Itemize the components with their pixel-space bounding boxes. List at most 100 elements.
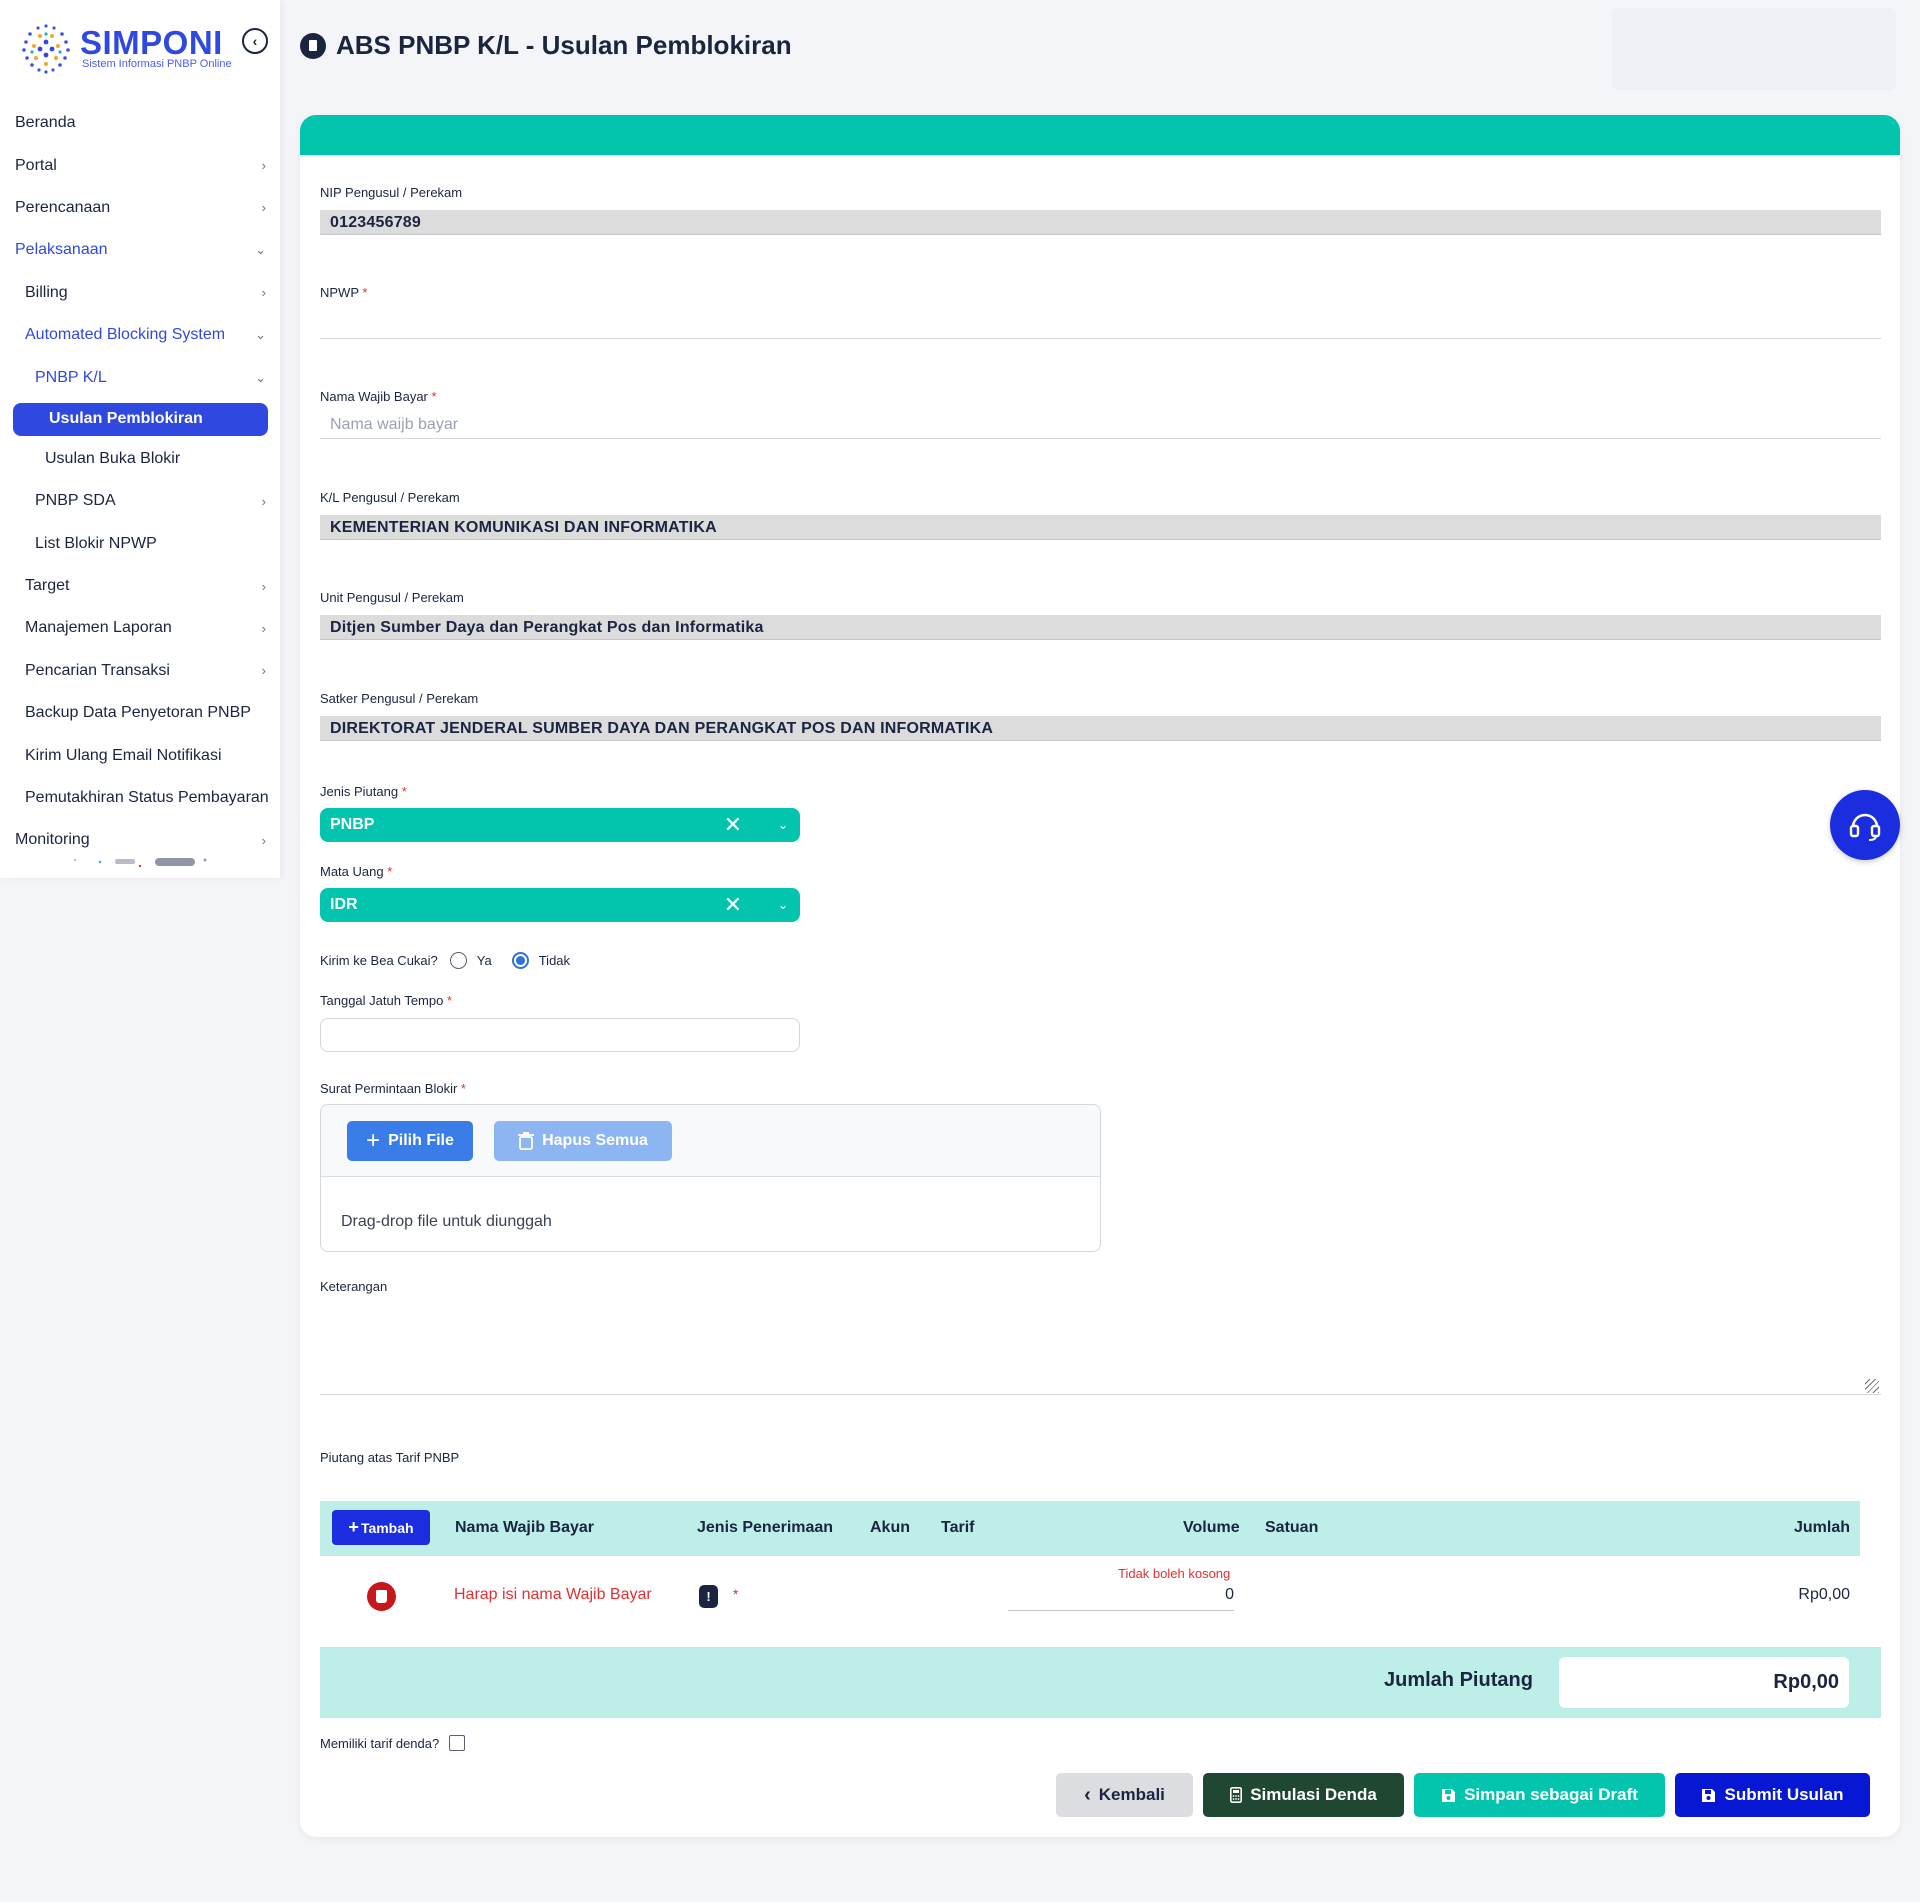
sidebar-item-pelaksanaan[interactable]: Pelaksanaan ⌄ xyxy=(0,229,280,271)
submit-button[interactable]: Submit Usulan xyxy=(1675,1773,1870,1817)
plus-icon: + xyxy=(348,1517,359,1537)
clear-all-button[interactable]: Hapus Semua xyxy=(494,1121,672,1161)
required-marker: * xyxy=(446,993,453,1008)
clear-icon[interactable]: ✕ xyxy=(724,892,742,918)
sidebar-item-label: Beranda xyxy=(15,114,76,132)
sidebar-item-pencarian-transaksi[interactable]: Pencarian Transaksi › xyxy=(0,650,280,692)
info-icon[interactable]: ! xyxy=(699,1585,718,1608)
decorative-illustration xyxy=(74,858,207,868)
sidebar-item-automated-blocking-system[interactable]: Automated Blocking System ⌄ xyxy=(0,314,280,356)
nama-wajib-bayar-warning[interactable]: Harap isi nama Wajib Bayar xyxy=(454,1586,652,1604)
sidebar-item-label: Pencarian Transaksi xyxy=(25,661,170,679)
sidebar-item-label: Perencanaan xyxy=(15,198,111,216)
sidebar-item-usulan-buka-blokir[interactable]: Usulan Buka Blokir xyxy=(0,438,280,480)
document-icon xyxy=(300,32,326,59)
denda-label: Memiliki tarif denda? xyxy=(320,1735,440,1751)
sidebar-item-portal[interactable]: Portal › xyxy=(0,144,280,186)
headset-glyph xyxy=(1849,813,1881,841)
user-menu[interactable] xyxy=(1612,8,1896,90)
kl-field: KEMENTERIAN KOMUNIKASI DAN INFORMATIKA xyxy=(320,515,1881,540)
delete-row-icon[interactable] xyxy=(367,1582,396,1611)
clear-all-label: Hapus Semua xyxy=(542,1132,648,1149)
simponi-logo-icon xyxy=(22,24,70,74)
required-marker: * xyxy=(401,784,407,799)
col-nama-wajib-bayar: Nama Wajib Bayar xyxy=(455,1519,595,1536)
col-tarif: Tarif xyxy=(941,1519,975,1536)
required-marker: * xyxy=(387,864,393,879)
surat-label-text: Surat Permintaan Blokir xyxy=(320,1081,458,1096)
sidebar-item-backup-data[interactable]: Backup Data Penyetoran PNBP xyxy=(0,692,280,734)
sidebar-item-label: Pelaksanaan xyxy=(15,241,108,259)
sidebar-item-billing[interactable]: Billing › xyxy=(0,272,280,314)
sidebar-item-pnbp-kl[interactable]: PNBP K/L ⌄ xyxy=(0,356,280,398)
sidebar-item-label: Usulan Buka Blokir xyxy=(45,449,181,467)
nama-wajib-bayar-label: Nama Wajib Bayar * xyxy=(320,389,437,404)
sidebar-item-manajemen-laporan[interactable]: Manajemen Laporan › xyxy=(0,607,280,649)
chevron-down-icon: ⌄ xyxy=(255,242,266,258)
npwp-input[interactable] xyxy=(320,311,1881,339)
simulate-fine-button[interactable]: Simulasi Denda xyxy=(1203,1773,1404,1817)
upload-toolbar: + Pilih File Hapus Semua xyxy=(321,1105,1100,1177)
bea-cukai-radio-ya[interactable] xyxy=(449,952,467,969)
card-header-bar xyxy=(300,115,1900,155)
add-row-button[interactable]: + Tambah xyxy=(332,1510,430,1545)
sidebar-item-perencanaan[interactable]: Perencanaan › xyxy=(0,187,280,229)
npwp-label-text: NPWP xyxy=(320,285,359,300)
sidebar-item-target[interactable]: Target › xyxy=(0,565,280,607)
chevron-left-icon: ‹ xyxy=(1084,1783,1091,1806)
headset-icon[interactable] xyxy=(1830,790,1900,860)
sidebar-item-usulan-pemblokiran[interactable]: Usulan Pemblokiran xyxy=(13,402,268,436)
jenis-piutang-value: PNBP xyxy=(330,816,375,833)
chevron-right-icon: › xyxy=(261,493,266,509)
clear-icon[interactable]: ✕ xyxy=(724,812,742,838)
sidebar-item-kirim-ulang-email[interactable]: Kirim Ulang Email Notifikasi xyxy=(0,734,280,776)
col-jenis-penerimaan: Jenis Penerimaan xyxy=(697,1519,834,1536)
back-button[interactable]: ‹ Kembali xyxy=(1056,1773,1193,1817)
save-icon xyxy=(1442,1788,1456,1802)
bea-cukai-group: Kirim ke Bea Cukai? Ya Tidak xyxy=(320,952,570,969)
mata-uang-select[interactable]: IDR ✕ ⌄ xyxy=(320,888,800,922)
sidebar-item-pnbp-sda[interactable]: PNBP SDA › xyxy=(0,480,280,522)
chevron-down-icon[interactable]: ⌄ xyxy=(778,818,788,832)
kl-label: K/L Pengusul / Perekam xyxy=(320,490,460,505)
sidebar-item-label: Target xyxy=(25,577,70,595)
chevron-down-icon[interactable]: ⌄ xyxy=(778,898,788,912)
nama-wajib-bayar-input[interactable] xyxy=(320,411,1881,439)
chevron-right-icon: › xyxy=(261,578,266,594)
chevron-left-icon[interactable]: ‹ xyxy=(242,28,268,54)
unit-field: Ditjen Sumber Daya dan Perangkat Pos dan… xyxy=(320,615,1881,640)
sidebar-item-label: PNBP SDA xyxy=(35,492,116,510)
chevron-down-icon: ⌄ xyxy=(255,369,266,385)
jatuh-tempo-label-text: Tanggal Jatuh Tempo xyxy=(320,993,444,1008)
file-upload[interactable]: + Pilih File Hapus Semua Drag-drop file … xyxy=(320,1104,1101,1252)
volume-input[interactable]: 0 xyxy=(1008,1586,1234,1611)
pick-file-button[interactable]: + Pilih File xyxy=(347,1121,473,1161)
submit-label: Submit Usulan xyxy=(1724,1785,1844,1804)
required-marker: * xyxy=(460,1081,466,1096)
trash-icon xyxy=(518,1132,535,1150)
sidebar-item-beranda[interactable]: Beranda xyxy=(0,102,280,144)
keterangan-label: Keterangan xyxy=(320,1279,388,1294)
jatuh-tempo-input[interactable] xyxy=(320,1018,800,1052)
back-label: Kembali xyxy=(1098,1785,1165,1804)
keterangan-textarea[interactable] xyxy=(320,1298,1881,1395)
surat-label: Surat Permintaan Blokir * xyxy=(320,1081,466,1096)
satker-label: Satker Pengusul / Perekam xyxy=(320,691,479,706)
nip-field: 0123456789 xyxy=(320,210,1881,235)
bea-cukai-radio-tidak[interactable] xyxy=(511,952,529,969)
denda-checkbox[interactable] xyxy=(449,1735,466,1751)
sidebar-item-list-blokir-npwp[interactable]: List Blokir NPWP xyxy=(0,523,280,565)
brand-name: SIMPONI xyxy=(80,24,223,61)
resize-handle-icon[interactable] xyxy=(1865,1379,1879,1393)
brand-logo[interactable]: SIMPONI Sistem Informasi PNBP Online xyxy=(18,18,248,78)
sidebar-item-label: Monitoring xyxy=(15,831,90,849)
jenis-piutang-select[interactable]: PNBP ✕ ⌄ xyxy=(320,808,800,842)
col-jumlah: Jumlah xyxy=(1793,1519,1850,1536)
save-draft-button[interactable]: Simpan sebagai Draft xyxy=(1414,1773,1665,1817)
col-volume: Volume xyxy=(1183,1519,1240,1536)
sidebar: SIMPONI Sistem Informasi PNBP Online ‹ B… xyxy=(0,0,280,878)
bea-cukai-option-ya: Ya xyxy=(476,953,492,968)
sidebar-item-pemutakhiran-status[interactable]: Pemutakhiran Status Pembayaran xyxy=(0,777,280,819)
mata-uang-label-text: Mata Uang xyxy=(320,864,384,879)
save-draft-label: Simpan sebagai Draft xyxy=(1464,1785,1638,1804)
